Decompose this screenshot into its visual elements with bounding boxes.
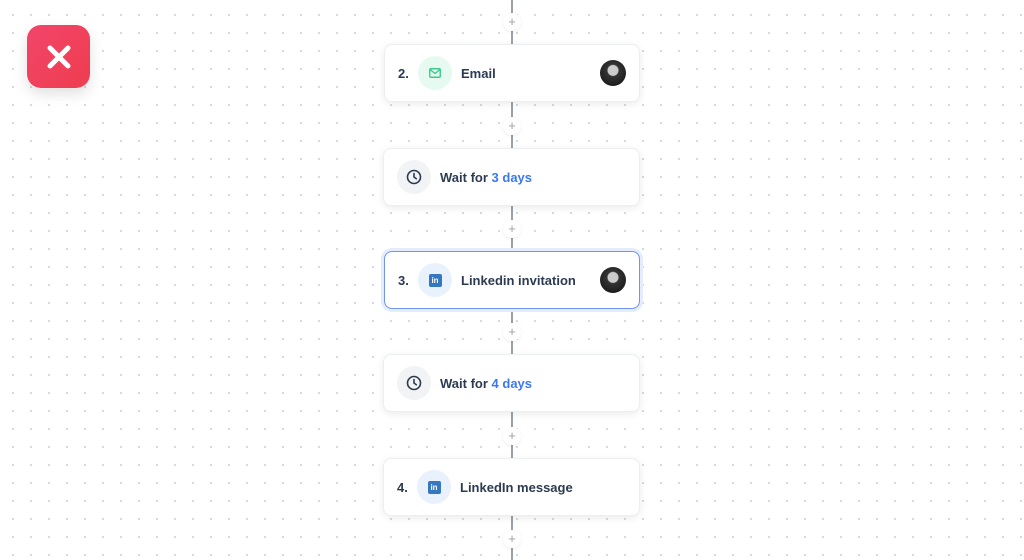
add-step-button[interactable]: +: [503, 323, 521, 341]
wait-card[interactable]: Wait for 3 days: [383, 148, 640, 206]
add-step-button[interactable]: +: [503, 427, 521, 445]
wait-prefix: Wait for: [440, 375, 488, 391]
step-number: 4.: [397, 479, 408, 495]
step-label: LinkedIn message: [460, 479, 573, 495]
step-card-linkedin-message[interactable]: 4. in LinkedIn message: [383, 458, 640, 516]
step-number: 2.: [398, 65, 409, 81]
close-button[interactable]: [27, 25, 90, 88]
wait-duration[interactable]: 4 days: [492, 376, 532, 391]
avatar: [600, 267, 626, 293]
avatar: [600, 60, 626, 86]
linkedin-icon: in: [418, 263, 452, 297]
wait-card[interactable]: Wait for 4 days: [383, 354, 640, 412]
step-card-email[interactable]: 2. Email: [384, 44, 640, 102]
mail-icon: [418, 56, 452, 90]
add-step-button[interactable]: +: [503, 13, 521, 31]
add-step-button[interactable]: +: [503, 117, 521, 135]
step-label: Linkedin invitation: [461, 272, 576, 288]
close-icon: [47, 45, 70, 68]
step-number: 3.: [398, 272, 409, 288]
clock-icon: [397, 366, 431, 400]
clock-icon: [397, 160, 431, 194]
wait-prefix: Wait for: [440, 169, 488, 185]
wait-duration[interactable]: 3 days: [492, 170, 532, 185]
add-step-button[interactable]: +: [503, 220, 521, 238]
step-card-linkedin-invitation[interactable]: 3. in Linkedin invitation: [384, 251, 640, 309]
step-label: Email: [461, 65, 496, 81]
linkedin-icon: in: [417, 470, 451, 504]
add-step-button[interactable]: +: [503, 530, 521, 548]
